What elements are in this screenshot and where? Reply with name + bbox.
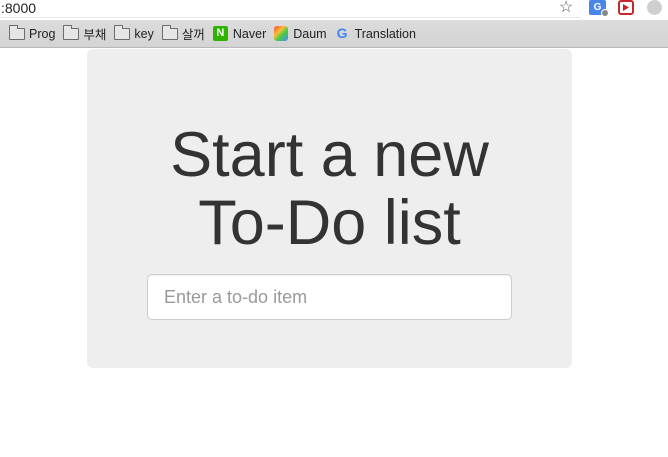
daum-icon [274,26,289,41]
bookmark-label: 살꺼 [181,28,205,42]
bookmark-translation[interactable]: G Translation [333,23,421,45]
bookmark-label: Translation [354,26,416,41]
page-title-line-2: To-Do list [198,188,461,258]
new-item-input[interactable] [147,274,512,320]
folder-icon [114,24,131,40]
jumbotron: Start a new To-Do list [87,49,572,368]
bookmark-label: Daum [293,26,327,41]
folder-icon [63,24,80,40]
address-bar[interactable]: :8000 [0,0,580,18]
bookmark-folder-key[interactable]: key [112,23,158,45]
bookmark-naver[interactable]: N Naver [211,23,271,45]
address-bar-url: :8000 [1,0,37,16]
red-extension-icon[interactable] [618,0,634,15]
page-title-line-1: Start a new [170,120,489,190]
translate-extension-icon[interactable]: G [589,0,609,17]
grey-extension-icon[interactable] [647,0,662,15]
bookmark-label: key [134,26,154,41]
google-icon: G [336,25,348,41]
bookmark-daum[interactable]: Daum [272,23,331,45]
naver-icon: N [212,26,228,41]
bookmark-folder-prog[interactable]: Prog [7,23,60,45]
bookmark-label: Prog [29,26,56,41]
folder-icon [9,24,25,40]
bookmarks-bar: Prog 부채 key 살꺼 N Naver Daum G Translatio… [0,20,668,48]
browser-toolbar: :8000 ☆ G [0,0,668,20]
bookmark-label: Naver [232,26,267,41]
bookmark-folder-debt[interactable]: 부채 [61,23,111,45]
star-icon[interactable]: ☆ [556,0,576,17]
bookmark-label: 부채 [83,28,107,42]
bookmark-folder-to-buy[interactable]: 살꺼 [160,23,210,45]
folder-icon [161,24,178,40]
